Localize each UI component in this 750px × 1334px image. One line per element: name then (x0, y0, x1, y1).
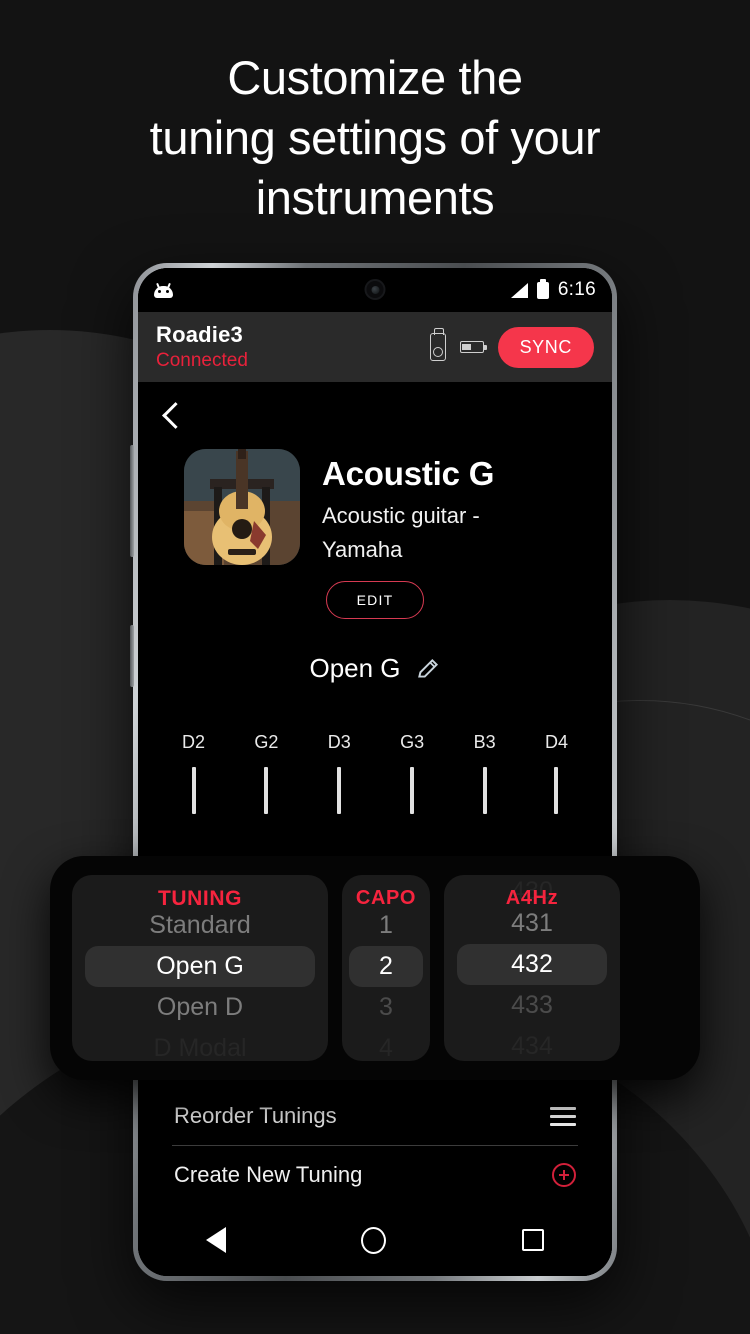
status-bar-system-icons: 6:16 (510, 278, 596, 301)
picker-option-open-d[interactable]: Open D (72, 987, 328, 1028)
string-bar (337, 767, 342, 814)
plus-circle-icon[interactable] (552, 1163, 576, 1187)
string-note: G2 (254, 732, 279, 752)
header-actions: SYNC (429, 326, 594, 368)
string-note: D2 (182, 732, 206, 752)
headline-line-3: instruments (255, 171, 495, 224)
signal-icon (510, 282, 528, 298)
picker-option-433[interactable]: 433 (444, 985, 620, 1026)
string-note: D3 (327, 732, 351, 752)
headline-line-2: tuning settings of your (149, 111, 601, 164)
string-item[interactable]: D3 (328, 732, 351, 814)
string-bar (410, 767, 415, 814)
nav-back-icon[interactable] (205, 1227, 226, 1253)
tuning-options-list: Reorder Tunings Create New Tuning (138, 1087, 612, 1204)
back-row (138, 382, 612, 429)
string-bar (191, 767, 196, 814)
string-item[interactable]: G3 (400, 732, 424, 814)
instrument-thumbnail[interactable] (184, 449, 300, 565)
picker-option-434[interactable]: 434 (444, 1026, 620, 1061)
nav-recents-icon[interactable] (522, 1229, 545, 1251)
capo-picker-panel[interactable]: CAPO 1 2 3 4 (342, 875, 430, 1061)
strings-row: D2 G2 D3 G3 B3 D4 (138, 732, 612, 814)
device-name: Roadie3 (156, 322, 243, 347)
a4hz-picker-title: A4Hz (505, 887, 559, 909)
string-bar (482, 767, 487, 814)
tuning-picker-overlay: TUNING Standard Open G Open D D Modal CA… (50, 856, 700, 1080)
picker-option-capo-4[interactable]: 4 (342, 1028, 430, 1061)
phone-side-button-volume (130, 445, 134, 557)
string-note: D4 (544, 732, 568, 752)
battery-horizontal-icon (459, 341, 487, 353)
string-note: B3 (473, 732, 496, 752)
edit-button[interactable]: EDIT (325, 581, 425, 619)
nav-home-icon[interactable] (361, 1226, 387, 1254)
create-new-tuning-label: Create New Tuning (174, 1162, 363, 1187)
tuner-device-icon[interactable] (429, 328, 446, 361)
app-screen: 6:16 Roadie3 Connected SYNC Acoustic G A… (138, 268, 612, 1276)
pencil-icon[interactable] (415, 656, 441, 682)
phone-screen-bezel: 6:16 Roadie3 Connected SYNC Acoustic G A… (138, 268, 612, 1276)
list-item-reorder-tunings[interactable]: Reorder Tunings (172, 1087, 578, 1145)
tuning-name-row: Open G (138, 653, 612, 684)
picker-option-standard[interactable]: Standard (72, 905, 328, 946)
a4hz-picker-list[interactable]: 430 431 432 433 434 (444, 879, 620, 1061)
app-header: Roadie3 Connected SYNC (138, 312, 612, 382)
camera-punch-hole (364, 279, 386, 300)
picker-option-capo-3[interactable]: 3 (342, 987, 430, 1028)
headline-line-1: Customize the (227, 51, 523, 104)
app-content: Acoustic G Acoustic guitar - Yamaha EDIT… (138, 382, 612, 1276)
promo-headline: Customize the tuning settings of your in… (0, 48, 750, 228)
tuning-name: Open G (309, 653, 401, 683)
instrument-text: Acoustic G Acoustic guitar - Yamaha (322, 449, 512, 567)
picker-option-432[interactable]: 432 (457, 944, 607, 985)
capo-picker-title: CAPO (355, 887, 417, 909)
list-item-create-new-tuning[interactable]: Create New Tuning (172, 1146, 578, 1204)
header-titles: Roadie3 Connected (156, 322, 248, 372)
status-bar-notifications (154, 282, 173, 298)
battery-icon (536, 278, 549, 299)
string-note: G3 (400, 732, 425, 752)
phone-side-button-power (130, 625, 134, 687)
acoustic-guitar-photo (184, 449, 300, 565)
string-item[interactable]: G2 (254, 732, 278, 814)
string-bar (264, 767, 269, 814)
string-item[interactable]: D4 (545, 732, 568, 814)
string-item[interactable]: B3 (474, 732, 496, 814)
reorder-tunings-label: Reorder Tunings (174, 1103, 337, 1128)
instrument-card: Acoustic G Acoustic guitar - Yamaha (138, 425, 612, 567)
picker-option-d-modal[interactable]: D Modal (72, 1028, 328, 1061)
a4hz-picker-panel[interactable]: A4Hz 430 431 432 433 434 (444, 875, 620, 1061)
picker-option-capo-1[interactable]: 1 (342, 905, 430, 946)
tuning-picker-title: TUNING (157, 887, 243, 910)
android-nav-bar (138, 1204, 612, 1276)
capo-picker-list[interactable]: 1 2 3 4 (342, 905, 430, 1061)
status-bar: 6:16 (138, 268, 612, 312)
string-item[interactable]: D2 (182, 732, 205, 814)
tuning-picker-panel[interactable]: TUNING Standard Open G Open D D Modal (72, 875, 328, 1061)
android-head-icon (154, 282, 173, 298)
page-title: Acoustic G (322, 455, 495, 492)
picker-option-capo-2[interactable]: 2 (349, 946, 423, 987)
tuning-picker-list[interactable]: Standard Open G Open D D Modal (72, 905, 328, 1061)
instrument-subtitle: Acoustic guitar - Yamaha (322, 503, 480, 562)
status-bar-clock: 6:16 (557, 279, 596, 300)
status-badge: Connected (156, 350, 248, 371)
string-bar (554, 767, 559, 814)
hamburger-icon[interactable] (550, 1106, 576, 1126)
sync-button[interactable]: SYNC (497, 326, 594, 368)
phone-mockup: 6:16 Roadie3 Connected SYNC Acoustic G A… (130, 263, 617, 1281)
picker-option-open-g[interactable]: Open G (85, 946, 315, 987)
